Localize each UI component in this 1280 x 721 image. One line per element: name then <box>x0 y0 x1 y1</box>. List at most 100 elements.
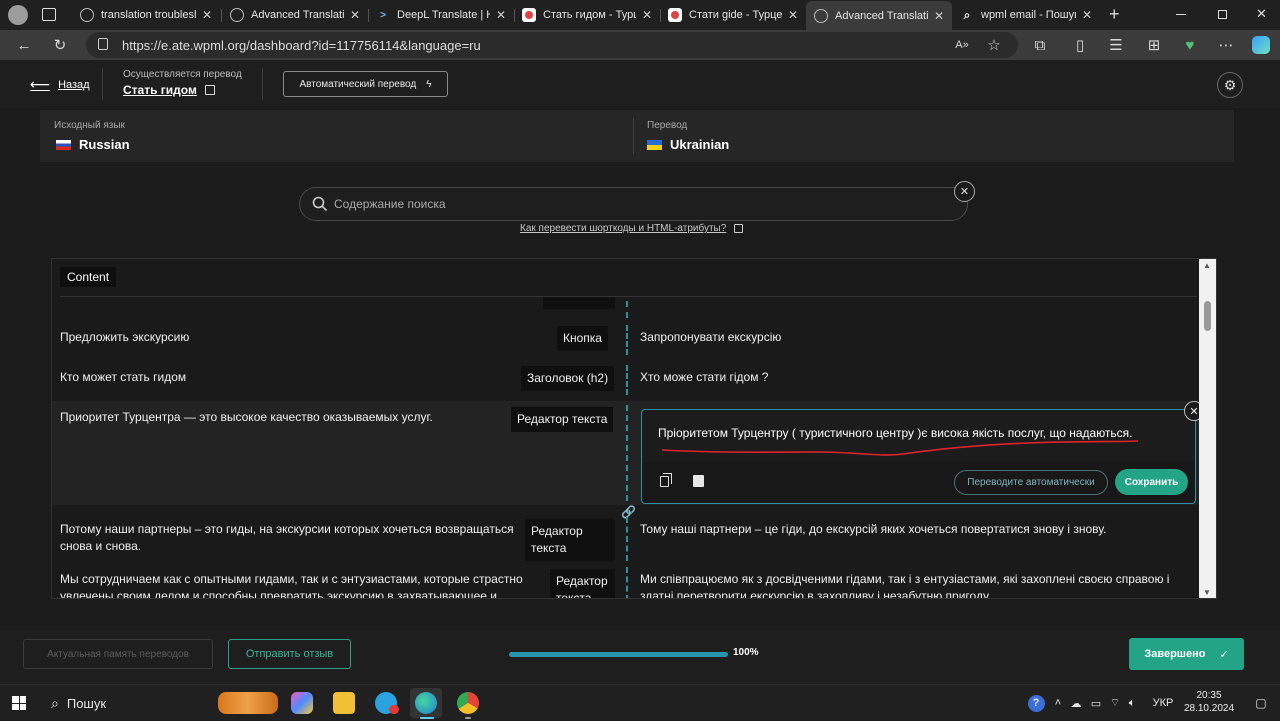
external-link-icon <box>734 224 744 233</box>
translation-memory-button[interactable]: Актуальная память переводов <box>23 639 213 669</box>
section-label: Content <box>60 267 117 287</box>
copilot-icon[interactable] <box>1252 36 1270 54</box>
target-language-label: Перевод <box>647 120 688 131</box>
read-aloud-icon[interactable]: A» <box>950 30 974 60</box>
source-segment[interactable]: Мы сотрудничаем как с опытными гидами, т… <box>60 571 523 598</box>
cloud-icon[interactable]: ☁ <box>1066 685 1086 721</box>
keyboard-language[interactable]: УКР <box>1146 685 1180 721</box>
split-screen-icon[interactable]: ▯ <box>1068 30 1092 60</box>
tab-actions-icon[interactable] <box>42 8 56 21</box>
browser-tab[interactable]: Advanced Translation✕ <box>222 0 368 30</box>
translate-automatically-button[interactable]: Переводите автоматически <box>954 470 1108 495</box>
shortcode-help-link[interactable]: Как перевести шорткоды и HTML-атрибуты? <box>520 223 744 234</box>
favorite-star-icon[interactable]: ☆ <box>982 30 1006 60</box>
favorites-icon[interactable]: ☰ <box>1104 30 1128 60</box>
source-segment[interactable]: Предложить экскурсию <box>60 329 189 346</box>
save-button[interactable]: Сохранить <box>1115 469 1188 495</box>
clear-search-button[interactable]: ✕ <box>954 181 975 202</box>
close-window-icon[interactable]: ✕ <box>1256 6 1267 22</box>
glossary-icon[interactable] <box>693 475 704 487</box>
browser-tab[interactable]: > DeepL Translate | Най✕ <box>368 0 514 30</box>
page-link[interactable]: Стать гидом <box>123 83 215 97</box>
tray-expand-icon[interactable]: ˄ <box>1050 685 1066 721</box>
close-icon: ✕ <box>1189 405 1199 418</box>
running-indicator <box>420 717 434 719</box>
source-segment[interactable]: Потому наши партнеры – это гиды, на экск… <box>60 521 514 555</box>
close-tab-icon[interactable]: ✕ <box>1082 8 1092 22</box>
translation-text[interactable]: Пріоритетом Турцентру ( туристичного цен… <box>658 426 1133 440</box>
widgets-icon[interactable] <box>218 692 278 714</box>
settings-button[interactable]: ⚙ <box>1217 72 1243 98</box>
help-icon[interactable]: ? <box>1026 685 1046 721</box>
browser-essentials-icon[interactable]: ♥ <box>1178 30 1202 60</box>
close-tab-icon[interactable]: ✕ <box>496 8 506 22</box>
notifications-icon[interactable]: ▢ <box>1250 685 1272 721</box>
volume-icon[interactable]: 🔈︎ <box>1124 685 1140 721</box>
url-field[interactable]: https://e.ate.wpml.org/dashboard?id=1177… <box>86 32 1018 58</box>
close-icon: ✕ <box>959 186 970 198</box>
target-segment[interactable]: Ми співпрацюємо як з досвідченими гідами… <box>640 571 1169 598</box>
browser-tab-active[interactable]: Advanced Translation✕ <box>806 1 952 30</box>
source-segment-active[interactable]: Приоритет Турцентра — это высокое качест… <box>60 409 433 426</box>
progress-bar <box>509 652 728 657</box>
collections-icon[interactable]: ⊞ <box>1142 30 1166 60</box>
auto-translate-button[interactable]: Автоматический перевод ϟ <box>283 71 448 97</box>
restore-icon[interactable] <box>1218 10 1227 19</box>
close-tab-icon[interactable]: ✕ <box>350 8 360 22</box>
editor-toolbar: Переводите автоматически Сохранить <box>643 462 1194 502</box>
back-arrow-icon[interactable]: ← <box>12 30 36 60</box>
github-icon <box>814 8 828 23</box>
translation-editor[interactable]: Пріоритетом Турцентру ( туристичного цен… <box>641 409 1196 504</box>
search-icon <box>312 196 328 212</box>
source-segment[interactable]: Кто может стать гидом <box>60 369 186 386</box>
source-language-label: Исходный язык <box>54 120 125 131</box>
close-tab-icon[interactable]: ✕ <box>934 9 944 23</box>
target-segment[interactable]: Тому наші партнери – це гіди, до екскурс… <box>640 521 1106 538</box>
editor-header: ⟵ Назад Осуществляется перевод Стать гид… <box>0 60 1280 108</box>
minimize-icon[interactable] <box>1176 14 1186 15</box>
segment-type-badge: Редактор текста <box>525 519 615 561</box>
search-input[interactable]: Содержание поиска <box>299 187 968 221</box>
external-link-icon <box>204 85 215 95</box>
send-feedback-button[interactable]: Отправить отзыв <box>228 639 351 669</box>
copilot-icon[interactable] <box>291 692 313 714</box>
windows-start-icon[interactable] <box>12 696 26 710</box>
browser-tab[interactable]: Стать гидом - Турцен✕ <box>514 0 660 30</box>
close-tab-icon[interactable]: ✕ <box>788 8 798 22</box>
browser-tab[interactable]: Стати gide - Турцент✕ <box>660 0 806 30</box>
browser-tab[interactable]: translation troublesho ✕ <box>72 0 220 30</box>
file-explorer-icon[interactable] <box>333 692 355 714</box>
refresh-icon[interactable]: ↻ <box>48 30 72 60</box>
edge-icon[interactable] <box>415 692 437 714</box>
chrome-icon[interactable] <box>457 692 479 714</box>
target-segment[interactable]: Хто може стати гідом ? <box>640 369 768 386</box>
profile-avatar[interactable] <box>8 5 28 25</box>
close-tab-icon[interactable]: ✕ <box>202 8 212 22</box>
system-clock[interactable]: 20:35 28.10.2024 <box>1178 689 1240 715</box>
checkmark-icon: ✓ <box>1219 648 1229 661</box>
language-bar: Исходный язык Russian Перевод Ukrainian <box>40 110 1234 162</box>
new-tab-icon[interactable]: + <box>1109 4 1120 25</box>
monitor-icon[interactable]: ▭ <box>1086 685 1106 721</box>
link-icon[interactable]: 🔗 <box>621 505 636 519</box>
scrollbar-thumb[interactable] <box>1204 301 1211 331</box>
scroll-down-icon[interactable]: ▼ <box>1203 588 1211 597</box>
site-info-icon[interactable] <box>98 38 108 50</box>
running-indicator <box>465 717 471 719</box>
more-icon[interactable]: ⋯ <box>1214 30 1238 60</box>
progress-percent: 100% <box>733 647 759 658</box>
back-link[interactable]: ⟵ Назад <box>30 76 90 93</box>
lightning-icon: ϟ <box>426 78 432 90</box>
close-tab-icon[interactable]: ✕ <box>642 8 652 22</box>
target-segment[interactable]: Запропонувати екскурсію <box>640 329 781 346</box>
gear-icon: ⚙ <box>1223 76 1237 93</box>
wifi-icon[interactable]: ⌔ <box>1106 685 1124 721</box>
complete-button[interactable]: Завершено ✓ <box>1129 638 1244 670</box>
extensions-icon[interactable]: ⧉ <box>1028 30 1052 60</box>
browser-tab[interactable]: ⌕ wpml email - Пошук ✕ <box>952 0 1100 30</box>
segment-type-badge: Заголовок (h2) <box>521 366 615 391</box>
handwritten-underline-mark <box>661 440 1139 456</box>
taskbar-search[interactable]: ⌕ Пошук <box>45 691 205 715</box>
content-scrollbar[interactable]: ▲ ▼ <box>1199 259 1216 598</box>
scroll-up-icon[interactable]: ▲ <box>1203 261 1211 270</box>
